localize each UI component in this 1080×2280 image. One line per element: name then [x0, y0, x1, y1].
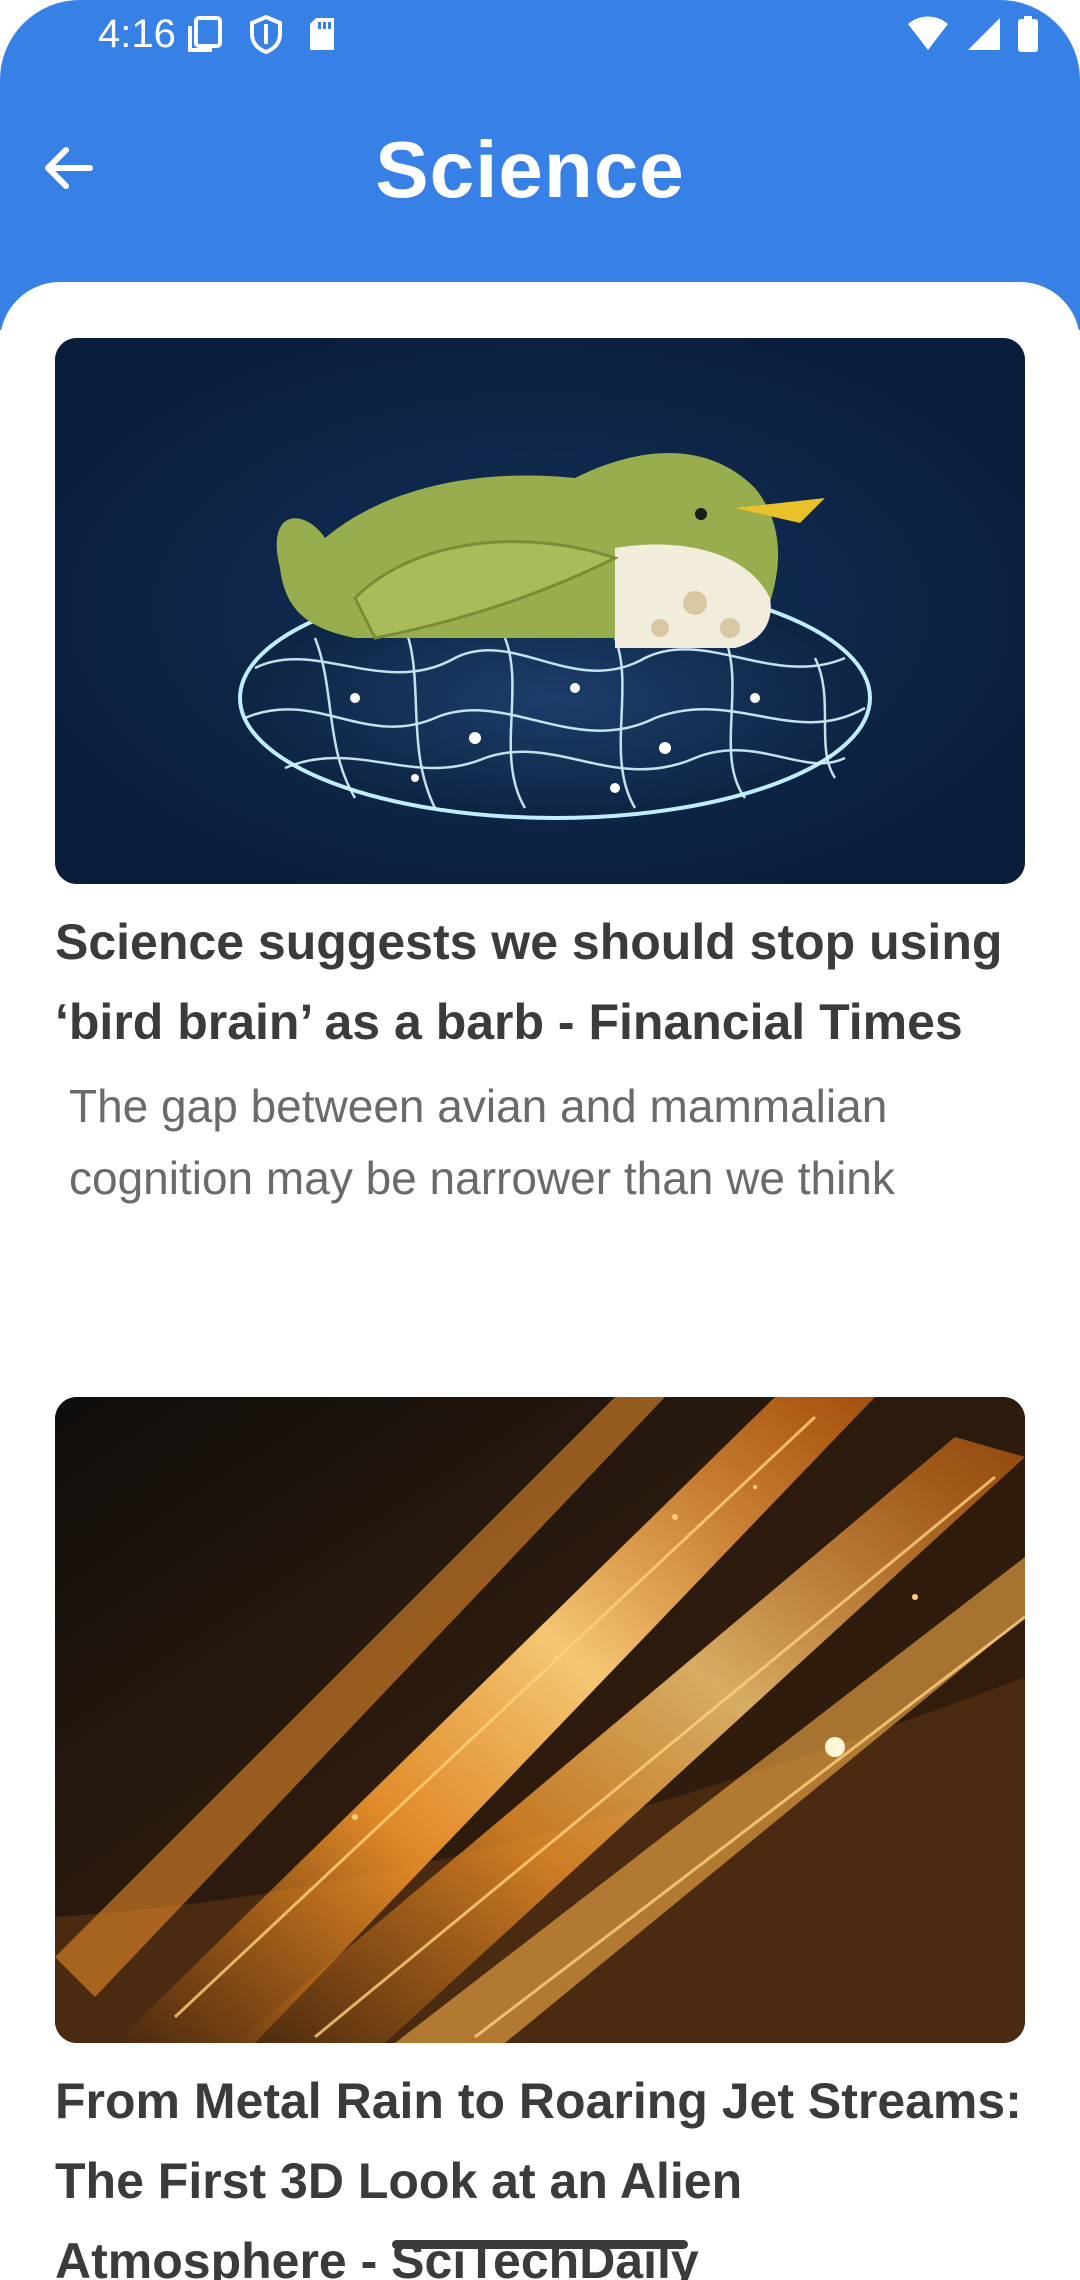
article-card[interactable]: Science suggests we should stop using ‘b… — [55, 338, 1025, 1214]
article-description: The gap between avian and mammalian cogn… — [69, 1080, 895, 1204]
screen: 4:16 Science Science suggests we should … — [0, 0, 1080, 2280]
article-title: Science suggests we should stop using ‘b… — [55, 914, 1003, 1050]
app-header: 4:16 Science — [0, 0, 1080, 330]
battery-icon — [1016, 14, 1040, 59]
article-image — [55, 1397, 1025, 2043]
screen-capture-icon — [186, 14, 226, 59]
wifi-icon — [906, 14, 950, 59]
status-time: 4:16 — [98, 12, 176, 56]
fiery-atmosphere-illustration — [55, 1397, 1025, 2043]
status-bar: 4:16 — [0, 0, 1080, 70]
sd-card-icon — [306, 14, 338, 59]
article-image — [55, 338, 1025, 884]
page-title: Science — [375, 125, 685, 214]
article-list: Science suggests we should stop using ‘b… — [0, 282, 1080, 2280]
toolbar: Science — [0, 110, 1080, 230]
bird-in-nest-illustration — [55, 338, 1025, 884]
article-card[interactable]: From Metal Rain to Roaring Jet Streams: … — [55, 1397, 1025, 2280]
status-icons-left — [186, 14, 338, 59]
signal-icon — [964, 14, 1002, 59]
status-icons-right — [906, 14, 1040, 59]
home-indicator[interactable] — [392, 2240, 688, 2249]
vpn-shield-icon — [248, 14, 284, 59]
